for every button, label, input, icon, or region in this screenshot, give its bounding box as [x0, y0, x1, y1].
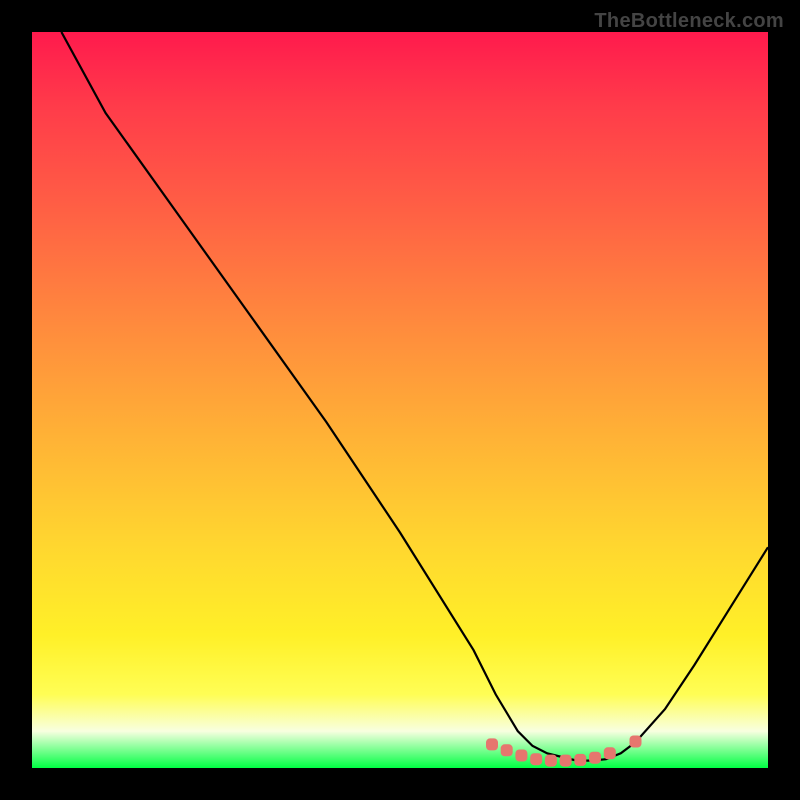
marker-point	[501, 744, 513, 756]
watermark: TheBottleneck.com	[594, 10, 784, 33]
marker-point	[574, 754, 586, 766]
marker-point	[530, 753, 542, 765]
marker-point	[545, 755, 557, 767]
marker-point	[486, 738, 498, 750]
marker-point	[589, 752, 601, 764]
marker-point	[604, 747, 616, 759]
marker-points	[486, 736, 642, 767]
curve-layer	[32, 32, 768, 768]
marker-point	[515, 750, 527, 762]
bottleneck-curve	[61, 32, 768, 761]
marker-point	[560, 755, 572, 767]
marker-point	[630, 736, 642, 748]
chart-container: TheBottleneck.com	[0, 0, 800, 800]
plot-area	[32, 32, 768, 768]
